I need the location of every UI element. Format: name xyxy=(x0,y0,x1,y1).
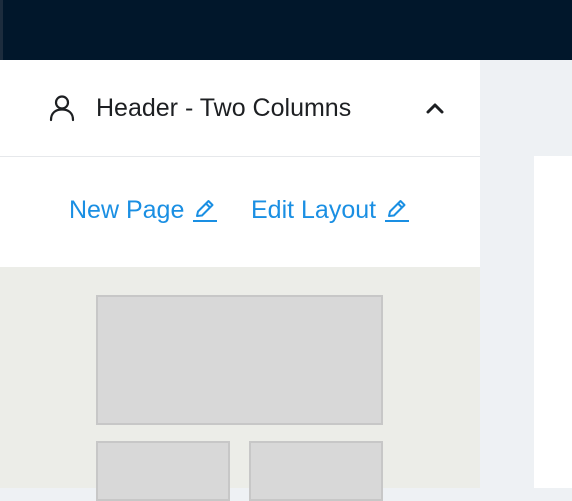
edit-layout-link[interactable]: Edit Layout xyxy=(251,193,410,227)
accordion-title: Header - Two Columns xyxy=(96,94,352,122)
new-page-label: New Page xyxy=(69,196,185,224)
layout-panel: Header - Two Columns New Page Edit Layou… xyxy=(0,60,480,501)
chevron-up-icon[interactable] xyxy=(424,98,446,120)
layout-preview-thumbnail[interactable] xyxy=(0,267,480,501)
top-navigation-bar xyxy=(0,0,572,60)
page-canvas xyxy=(534,156,572,488)
pencil-icon xyxy=(193,200,218,222)
layout-actions: New Page Edit Layout xyxy=(0,157,480,267)
preview-block-header xyxy=(96,295,383,425)
preview-block-column-right xyxy=(249,441,383,501)
new-page-link[interactable]: New Page xyxy=(69,193,218,227)
edit-layout-label: Edit Layout xyxy=(251,196,377,224)
user-icon xyxy=(49,95,75,122)
layout-accordion-header[interactable]: Header - Two Columns xyxy=(0,60,480,157)
preview-block-column-left xyxy=(96,441,230,501)
pencil-icon xyxy=(385,200,410,222)
topbar-edge xyxy=(0,0,3,60)
